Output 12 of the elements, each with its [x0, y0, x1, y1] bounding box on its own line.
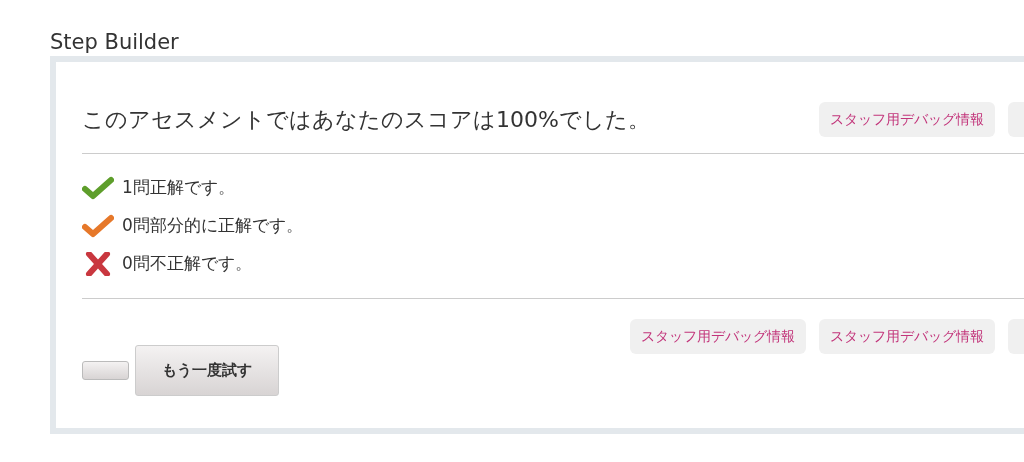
score-heading: このアセスメントではあなたのスコアは100%でした。	[82, 105, 650, 134]
small-button[interactable]	[82, 361, 129, 380]
retry-button[interactable]: もう一度試す	[135, 345, 279, 396]
result-text: 0問不正解です。	[122, 252, 252, 276]
checkmark-icon	[82, 214, 114, 238]
staff-debug-button[interactable]: スタッフ用デバッグ情報	[819, 101, 995, 137]
staff-debug-button[interactable]: スタッフ用デバッグ情報	[630, 319, 806, 354]
checkmark-icon	[82, 176, 114, 200]
result-text: 1問正解です。	[122, 176, 235, 200]
page-title: Step Builder	[50, 29, 180, 56]
result-text: 0問部分的に正解です。	[122, 214, 303, 238]
staff-debug-button[interactable]: スタッフ用デバッグ情報	[819, 319, 995, 354]
